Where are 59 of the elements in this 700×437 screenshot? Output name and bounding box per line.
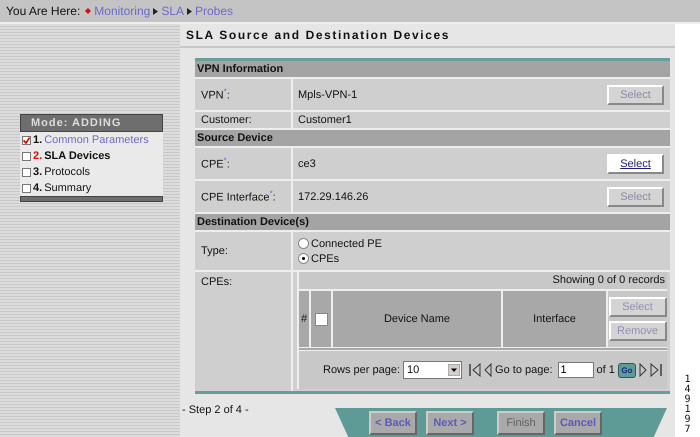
rows-per-page-dropdown[interactable]: 10: [403, 361, 462, 379]
page-input[interactable]: 1: [558, 362, 594, 378]
step-label: SLA Devices: [44, 150, 110, 162]
breadcrumb-link[interactable]: SLA: [161, 4, 184, 18]
field-value: Customer1: [298, 114, 353, 126]
radio-label: Connected PE: [311, 238, 382, 250]
field-label: Type:: [201, 245, 228, 257]
section-header: Source Device: [195, 130, 670, 148]
select-button: Select: [607, 84, 664, 104]
breadcrumb-link[interactable]: Probes: [195, 4, 234, 18]
first-page-icon: [469, 363, 482, 377]
select-button[interactable]: Select: [607, 154, 664, 174]
last-page-icon: [650, 363, 662, 377]
column-header: Device Name: [333, 291, 503, 347]
chevron-icon: [153, 8, 158, 14]
go-to-page-label: Go to page:: [495, 364, 553, 376]
remove-button: Remove: [608, 321, 666, 341]
field-value: Mpls-VPN-1: [298, 88, 358, 100]
wizard-button[interactable]: Cancel: [554, 410, 602, 434]
next-page-icon: [638, 363, 647, 377]
step-number: 2.: [33, 150, 42, 162]
field-label: CPEs:: [201, 276, 232, 288]
field-value: 172.29.146.26: [298, 190, 370, 202]
dropdown-arrow-icon: [448, 364, 460, 376]
step-indicator: - Step 2 of 4 -: [181, 403, 250, 416]
field-value: ce3: [298, 158, 317, 170]
breadcrumb-label: You Are Here:: [6, 4, 80, 18]
section-header: VPN Information: [195, 61, 670, 79]
radio-label: CPEs: [311, 252, 340, 264]
page-title: SLA Source and Destination Devices: [180, 24, 675, 48]
step-number: 4.: [33, 182, 42, 194]
page-count: of 1: [596, 364, 615, 376]
chevron-icon: [187, 8, 192, 14]
rows-per-page-label: Rows per page:: [323, 364, 400, 376]
go-button[interactable]: Go: [618, 362, 636, 378]
step-number: 1.: [33, 134, 42, 146]
step-label: Summary: [44, 182, 92, 194]
field-label: CPE Interface$^{*}$:: [201, 189, 276, 204]
field-label: CPE$^{*}$:: [201, 156, 230, 171]
select-button: Select: [607, 186, 664, 206]
radio-button[interactable]: [298, 253, 309, 264]
wizard-button[interactable]: < Back: [369, 410, 417, 434]
step-number: 3.: [33, 166, 42, 178]
previous-page-icon: [484, 363, 492, 377]
wizard-button: Finish: [497, 410, 545, 434]
field-label: VPN$^{*}$:: [201, 87, 230, 102]
select-button: Select: [608, 297, 666, 317]
column-header: #: [299, 291, 311, 347]
step-link[interactable]: Common Parameters: [44, 134, 149, 146]
select-all-checkbox[interactable]: [314, 312, 328, 326]
radio-button[interactable]: [298, 238, 309, 249]
mode-header: Mode: ADDING: [20, 114, 163, 132]
diamond-icon: [85, 8, 92, 14]
section-header: Destination Device(s): [195, 214, 670, 232]
breadcrumb-link[interactable]: Monitoring: [94, 4, 150, 18]
field-label: Customer:: [201, 114, 252, 126]
step-label: Protocols: [44, 166, 90, 178]
wizard-button[interactable]: Next >: [426, 410, 474, 434]
figure-number: 149197: [683, 375, 692, 437]
